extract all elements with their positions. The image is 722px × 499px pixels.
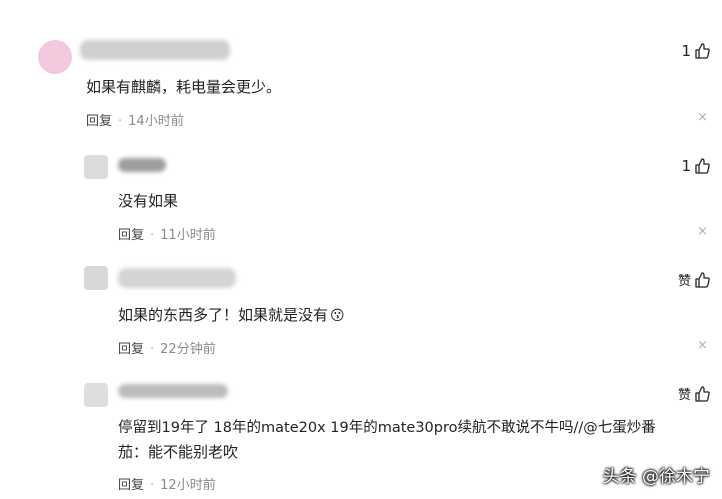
close-icon[interactable]: × <box>697 110 708 125</box>
like-count: 1 <box>681 42 691 60</box>
comment-actions: 回复 · 14小时前 <box>86 110 184 129</box>
comment-text-body: 如果的东西多了！如果就是没有 <box>118 306 329 324</box>
like-button[interactable]: 赞 <box>678 270 710 289</box>
like-label: 赞 <box>677 274 691 289</box>
close-icon[interactable]: × <box>697 224 708 239</box>
comment-text-line-2: 茄：能不能别老吹 <box>118 443 239 461</box>
avatar[interactable] <box>84 383 108 407</box>
kissing-face-icon: 😗 <box>330 308 345 324</box>
separator: · <box>118 114 123 129</box>
like-button[interactable]: 1 <box>681 42 710 60</box>
avatar[interactable] <box>84 155 108 179</box>
comment-text-line-1: 停留到19年了 18年的mate20x 19年的mate30pro续航不敢说不牛… <box>118 420 656 436</box>
avatar[interactable] <box>38 40 72 74</box>
timestamp: 12小时前 <box>160 478 216 493</box>
reply-button[interactable]: 回复 <box>118 478 144 493</box>
comment-text: 如果的东西多了！如果就是没有 😗 <box>118 304 345 325</box>
username-blurred[interactable] <box>118 158 166 172</box>
timestamp: 14小时前 <box>128 114 184 129</box>
username-blurred[interactable] <box>80 40 230 60</box>
watermark: 头条 @徐木宁 <box>602 467 710 487</box>
comment-actions: 回复 · 22分钟前 <box>118 338 216 357</box>
like-label: 赞 <box>677 388 691 403</box>
timestamp: 11小时前 <box>160 228 216 243</box>
username-blurred[interactable] <box>118 268 236 288</box>
reply-button[interactable]: 回复 <box>86 114 112 129</box>
thumbs-up-icon <box>695 271 710 288</box>
username-blurred[interactable] <box>118 384 228 398</box>
avatar[interactable] <box>84 266 108 290</box>
reply-button[interactable]: 回复 <box>118 228 144 243</box>
thumbs-up-icon <box>695 158 710 174</box>
timestamp: 22分钟前 <box>160 342 216 357</box>
separator: · <box>150 228 155 243</box>
close-icon[interactable]: × <box>697 338 708 353</box>
like-button[interactable]: 赞 <box>678 384 710 403</box>
comment-actions: 回复 · 12小时前 <box>118 474 216 493</box>
comment-text: 如果有麒麟，耗电量会更少。 <box>86 78 282 96</box>
like-button[interactable]: 1 <box>681 157 710 175</box>
comment-actions: 回复 · 11小时前 <box>118 224 216 243</box>
reply-button[interactable]: 回复 <box>118 342 144 357</box>
separator: · <box>150 478 155 493</box>
like-count: 1 <box>681 157 691 175</box>
separator: · <box>150 342 155 357</box>
thumbs-up-icon <box>695 43 710 59</box>
thumbs-up-icon <box>695 385 710 402</box>
comment-text: 没有如果 <box>118 192 179 210</box>
